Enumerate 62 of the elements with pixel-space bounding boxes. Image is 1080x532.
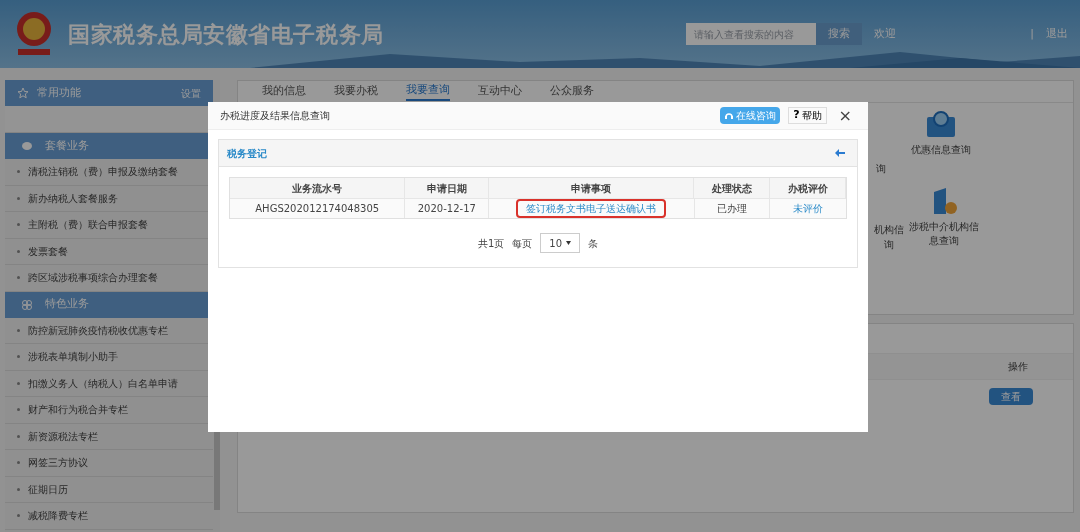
cube-icon — [21, 140, 33, 152]
nav-tab[interactable]: 公众服务 — [550, 83, 594, 100]
bullet-icon — [17, 434, 20, 438]
bullet-icon — [17, 514, 20, 518]
bullet-icon — [17, 408, 20, 412]
view-button[interactable]: 查看 — [989, 388, 1033, 405]
application-link[interactable]: 签订税务文书电子送达确认书 — [516, 199, 667, 218]
bullet-icon — [17, 170, 20, 174]
welcome-text: 欢迎 — [874, 25, 897, 42]
dialog-title: 办税进度及结果信息查询 — [220, 109, 330, 123]
close-button[interactable]: × — [834, 107, 856, 124]
table-header-cell: 办税评价 — [770, 178, 846, 198]
page-count: 共1页 — [477, 236, 505, 251]
consult-button[interactable]: 在线咨询 — [720, 107, 781, 124]
sidebar-item[interactable]: 网签三方协议 — [5, 450, 213, 477]
table-header-cell: 业务流水号 — [230, 178, 406, 198]
table-cell: 已办理 — [694, 199, 771, 218]
unit-label: 条 — [588, 236, 599, 251]
table-header-cell: 申请日期 — [405, 178, 490, 198]
query-tile-label[interactable]: 优惠信息查询 — [911, 143, 971, 157]
section-title: 特色业务 — [45, 296, 89, 313]
column-header: 操作 — [1008, 360, 1028, 374]
panel-title: 税务登记 — [227, 146, 267, 161]
caret-icon — [566, 241, 572, 245]
table-header-cell: 申请事项 — [489, 178, 695, 198]
grid-icon — [21, 298, 33, 311]
sidebar-title: 常用功能 — [37, 84, 81, 101]
help-button[interactable]: ? 帮助 — [788, 107, 827, 124]
sidebar-item[interactable]: 减税降费专栏 — [5, 503, 213, 530]
magnifier-card-icon — [925, 109, 957, 139]
bullet-icon — [17, 249, 20, 253]
bullet-icon — [17, 487, 20, 491]
section-title: 套餐业务 — [45, 137, 89, 154]
bullet-icon — [17, 276, 20, 280]
search-button[interactable]: 搜索 — [816, 23, 863, 45]
query-tile-label[interactable]: 机构信 询 — [874, 222, 904, 252]
bullet-icon — [17, 381, 20, 385]
bullet-icon — [17, 355, 20, 359]
nav-tab[interactable]: 互动中心 — [478, 83, 522, 100]
bullet-icon — [17, 328, 20, 332]
separator-text: | — [1030, 25, 1034, 42]
site-title: 国家税务总局安徽省电子税务局 — [68, 20, 384, 49]
sidebar-item[interactable]: 征期日历 — [5, 476, 213, 503]
bullet-icon — [17, 223, 20, 227]
table-cell: AHGS202012174048305 — [230, 199, 406, 218]
headset-icon — [724, 110, 735, 121]
query-tile-label[interactable]: 询 — [876, 161, 886, 176]
nav-tab[interactable]: 我要办税 — [334, 83, 378, 100]
page-size-select[interactable]: 10 — [540, 233, 581, 253]
star-icon — [17, 87, 29, 99]
table-header-cell: 处理状态 — [694, 178, 771, 198]
query-tile-label[interactable]: 涉税中介机构信息查询 — [906, 220, 982, 248]
per-page-label: 每页 — [512, 236, 533, 251]
settings-link[interactable]: 设置 — [181, 85, 201, 101]
nav-tab[interactable]: 我的信息 — [262, 83, 306, 100]
bullet-icon — [17, 196, 20, 200]
rating-link[interactable]: 未评价 — [793, 201, 824, 216]
table-cell: 2020-12-17 — [405, 199, 490, 218]
help-mark: ? — [793, 107, 800, 124]
bullet-icon — [17, 461, 20, 465]
nav-tab[interactable]: 我要查询 — [406, 82, 450, 101]
back-arrow-icon[interactable] — [835, 149, 845, 157]
